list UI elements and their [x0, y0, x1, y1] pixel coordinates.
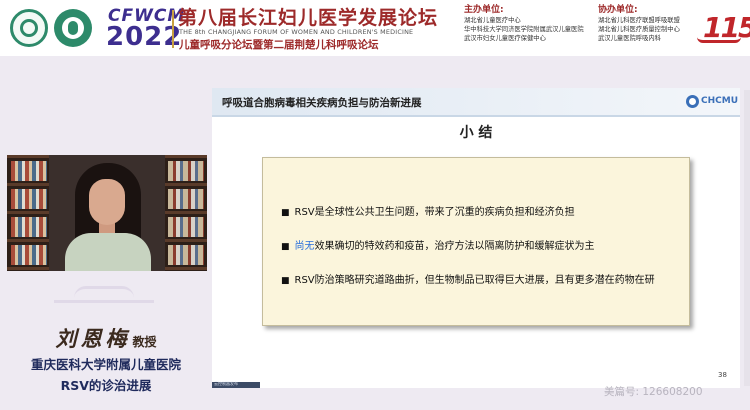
- speaker-face: [89, 179, 125, 225]
- speaker-title: 教授: [132, 335, 157, 349]
- bullet-text: 效果确切的特效药和疫苗，治疗方法以隔离防护和缓解症状为主: [314, 241, 595, 252]
- books: [168, 161, 204, 181]
- bullet-highlight: 尚无: [294, 241, 315, 252]
- speaker-topic: RSV的诊治进展: [60, 378, 152, 393]
- summary-box: ■ RSV是全球性公共卫生问题，带来了沉重的疾病负担和经济负担 ■ 尚无效果确切的特…: [262, 157, 690, 326]
- bullet-square-icon: ■: [281, 276, 290, 286]
- summary-bullet: ■ 尚无效果确切的特效药和疫苗，治疗方法以隔离防护和缓解症状为主: [281, 237, 595, 252]
- speaker-body: [65, 233, 151, 271]
- slide-source-tag: 云控制器发布: [212, 381, 260, 388]
- bullet-text: RSV是全球性公共卫生问题，带来了沉重的疾病负担和经济负担: [294, 207, 575, 218]
- speaker-name-line: 刘恩梅 教授: [0, 323, 212, 353]
- bullet-square-icon: ■: [281, 208, 290, 218]
- header-divider: [172, 10, 174, 48]
- summary-bullet: ■ RSV防治策略研究道路曲折，但生物制品已取得巨大进展，且有更多潜在药物在研: [281, 271, 655, 286]
- watermark: 美篇号: 126608200: [604, 386, 703, 398]
- co-organizers-heading: 协办单位:: [598, 5, 638, 15]
- forum-title-en: THE 8th CHANGJIANG FORUM OF WOMEN AND CH…: [179, 28, 414, 36]
- slide-title: 呼吸道合胞病毒相关疾病负担与防治新进展: [222, 97, 422, 109]
- hospital-logo-icon: [10, 9, 48, 47]
- books: [168, 217, 204, 237]
- summary-heading: 小 结: [459, 125, 493, 141]
- organizers-heading: 主办单位:: [464, 5, 504, 15]
- slide-page-number: 38: [718, 371, 727, 379]
- organizer-item: 湖北省儿童医疗中心: [464, 17, 521, 24]
- co-organizer-item: 武汉儿童医院呼吸内科: [598, 35, 661, 43]
- books: [11, 245, 47, 265]
- forum-title: 第八届长江妇儿医学发展论坛: [178, 7, 439, 29]
- summary-bullet: ■ RSV是全球性公共卫生问题，带来了沉重的疾病负担和经济负担: [281, 203, 575, 218]
- badge-swoosh: [697, 37, 741, 43]
- books: [11, 189, 47, 209]
- chcmu-logo-icon: [686, 95, 699, 108]
- anniversary-badge-icon: 115: [697, 8, 750, 48]
- books: [168, 189, 204, 209]
- forum-subtitle: 儿童呼吸分论坛暨第二届荆楚儿科呼吸论坛: [179, 39, 379, 51]
- co-organizer-item: 湖北省儿科医疗联盟呼吸联盟: [598, 17, 680, 24]
- speaker-organization: 重庆医科大学附属儿童医院: [30, 357, 181, 372]
- presentation-slide: 呼吸道合胞病毒相关疾病负担与防治新进展 CHCMU 小 结 ■ RSV是全球性公共…: [212, 88, 740, 388]
- conference-header: CFWCM 2022 第八届长江妇儿医学发展论坛 THE 8th CHANGJI…: [0, 0, 750, 56]
- right-edge-panel: [744, 90, 750, 386]
- books: [11, 161, 47, 181]
- speaker-video: [7, 155, 207, 271]
- co-organizer-item: 湖北省儿科医疗质量控制中心: [598, 26, 680, 34]
- chcmu-logo-text: CHCMU: [701, 96, 739, 106]
- organizer-item: 华中科技大学同济医学院附属武汉儿童医院: [464, 26, 584, 34]
- books: [11, 217, 47, 237]
- co-organizers: 协办单位: 湖北省儿科医疗联盟呼吸联盟 湖北省儿科医疗质量控制中心 武汉儿童医院…: [598, 4, 680, 44]
- bullet-text: RSV防治策略研究道路曲折，但生物制品已取得巨大进展，且有更多潜在药物在研: [294, 275, 655, 286]
- organizer-item: 武汉市妇女儿童医疗保健中心: [464, 35, 546, 43]
- brand-year: 2022: [106, 22, 183, 52]
- bullet-square-icon: ■: [281, 242, 290, 252]
- maternal-child-logo-icon: [54, 9, 92, 47]
- pavilion-illustration-icon: [24, 282, 184, 322]
- books: [168, 245, 204, 265]
- slide-title-underline: [212, 115, 740, 117]
- slide-source-tag-text: 云控制器发布: [214, 381, 238, 386]
- organizers: 主办单位: 湖北省儿童医疗中心 华中科技大学同济医学院附属武汉儿童医院 武汉市妇…: [464, 4, 584, 44]
- speaker-name: 刘恩梅: [55, 326, 131, 351]
